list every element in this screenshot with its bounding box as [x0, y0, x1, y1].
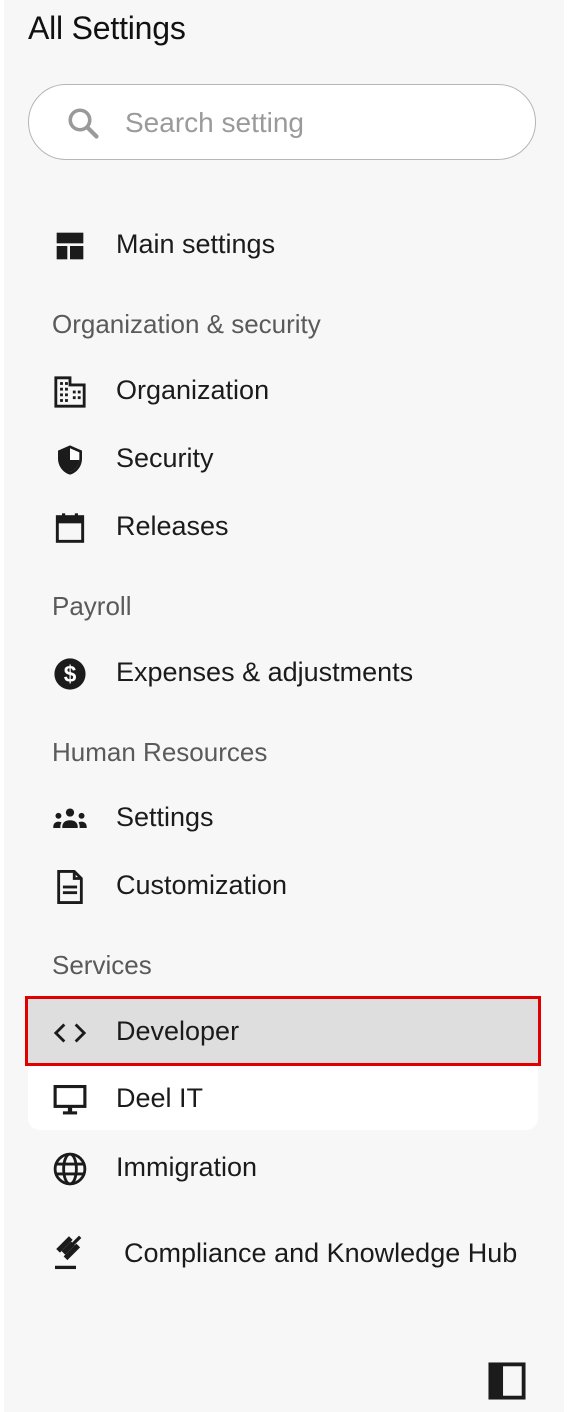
nav-item-label: Security: [116, 443, 214, 473]
nav-item-label: Customization: [116, 870, 288, 900]
nav-item-deel-it[interactable]: Deel IT: [28, 1066, 538, 1130]
gavel-icon: [52, 1235, 88, 1271]
nav-item-organization[interactable]: Organization: [28, 358, 538, 422]
nav-item-label: Deel IT: [116, 1083, 204, 1113]
nav-item-developer[interactable]: Developer: [25, 996, 541, 1066]
section-header-human-resources: Human Resources: [52, 737, 268, 767]
svg-text:$: $: [64, 661, 77, 687]
nav-item-security[interactable]: Security: [28, 426, 538, 490]
groups-icon: [52, 801, 88, 837]
nav-item-label: Immigration: [116, 1152, 258, 1182]
page-title: All Settings: [28, 10, 186, 46]
section-header-organization-security: Organization & security: [52, 309, 321, 339]
shield-icon: [52, 442, 88, 478]
nav-item-label: Organization: [116, 375, 270, 405]
building-icon: [52, 374, 88, 410]
nav-item-label: Developer: [116, 1016, 240, 1046]
search-box[interactable]: [28, 84, 536, 160]
nav-item-releases[interactable]: Releases: [28, 494, 538, 558]
dollar-circle-icon: $: [52, 656, 88, 692]
search-icon: [68, 108, 99, 139]
collapse-sidebar-button[interactable]: [488, 1362, 526, 1400]
nav-item-label: Compliance and Knowledge Hub: [124, 1238, 518, 1268]
nav-item-hr-settings[interactable]: Settings: [28, 785, 538, 849]
nav-item-label: Releases: [116, 511, 229, 541]
calendar-icon: [52, 510, 88, 546]
document-icon: [52, 869, 88, 905]
nav-item-label: Main settings: [116, 229, 276, 259]
code-icon: [52, 1015, 88, 1051]
nav-item-compliance-knowledge-hub[interactable]: Compliance and Knowledge Hub: [28, 1205, 538, 1301]
nav-item-main-settings[interactable]: Main settings: [28, 212, 538, 276]
nav-item-immigration[interactable]: Immigration: [28, 1135, 538, 1199]
nav-item-customization[interactable]: Customization: [28, 853, 538, 917]
search-input[interactable]: [123, 101, 517, 145]
nav-item-label: Expenses & adjustments: [116, 657, 414, 687]
dashboard-icon: [52, 228, 88, 264]
nav-item-label: Settings: [116, 802, 214, 832]
section-header-payroll: Payroll: [52, 591, 132, 621]
globe-icon: [52, 1151, 88, 1187]
nav-item-expenses-adjustments[interactable]: $ Expenses & adjustments: [28, 640, 538, 704]
section-header-services: Services: [52, 950, 152, 980]
monitor-icon: [52, 1082, 88, 1118]
sidebar-toggle-icon: [488, 1362, 526, 1400]
